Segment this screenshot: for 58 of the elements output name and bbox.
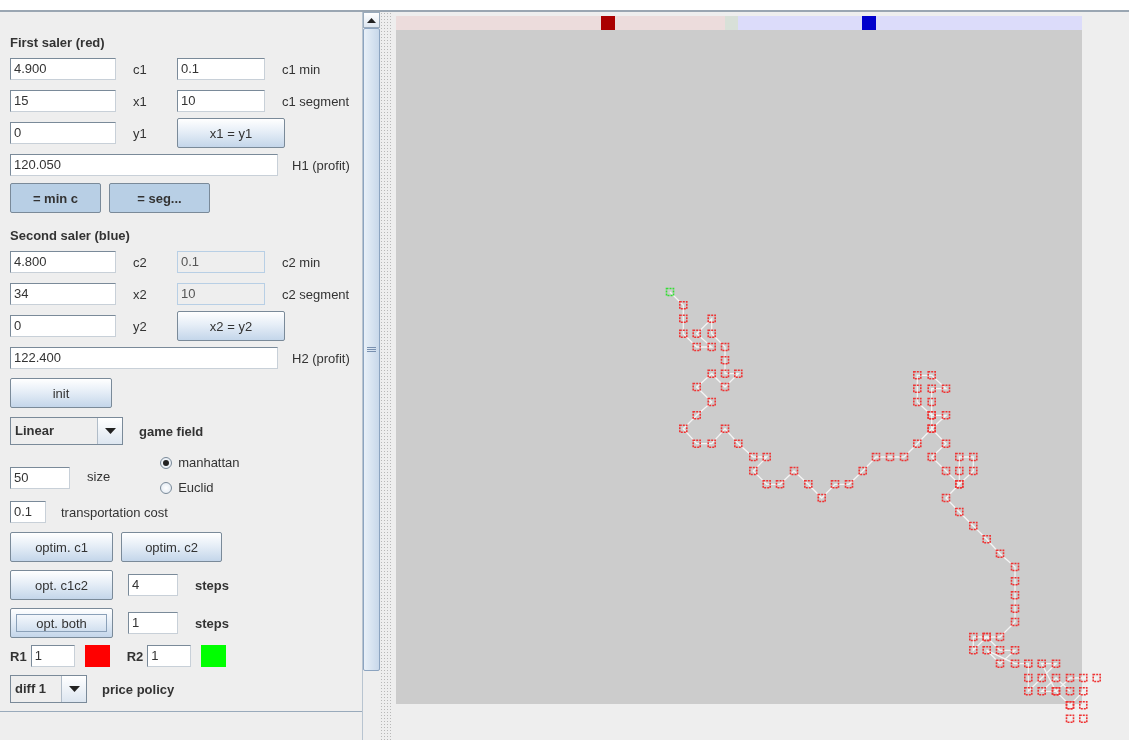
field-label: price policy [102, 681, 175, 697]
color-swatch[interactable] [84, 645, 110, 667]
text-field[interactable]: 0.1 [177, 58, 265, 80]
text-field[interactable]: 0.1 [10, 501, 46, 523]
text-field[interactable]: 1 [30, 645, 75, 667]
field-label: transportation cost [60, 504, 168, 520]
text-field[interactable]: 0 [10, 315, 116, 337]
color-swatch[interactable] [201, 645, 227, 667]
radio-option[interactable]: manhattan [160, 455, 240, 470]
text-field[interactable]: 1 [147, 645, 192, 667]
field-label: c2 segment [281, 286, 351, 302]
button[interactable]: = seg... [109, 183, 210, 213]
field-label: y1 [132, 125, 148, 141]
text-field[interactable]: 122.400 [10, 347, 278, 369]
button[interactable]: x2 = y2 [177, 311, 285, 341]
scrollbar[interactable] [362, 12, 380, 740]
section-heading: Second saler (blue) [10, 227, 131, 245]
field-label: steps [195, 577, 229, 593]
field-label: H1 (profit) [291, 157, 350, 173]
dropdown[interactable]: diff 1 [10, 675, 87, 703]
text-field[interactable]: 120.050 [10, 154, 278, 176]
button[interactable]: init [10, 378, 112, 408]
field-label: c1 [132, 61, 148, 77]
text-field[interactable]: 4 [128, 574, 178, 596]
dropdown[interactable]: Linear [10, 417, 123, 445]
field-label: R1 [10, 648, 27, 664]
section-heading: First saler (red) [10, 34, 106, 52]
button[interactable]: opt. both [10, 608, 113, 638]
dropdown-arrow-icon [68, 686, 80, 692]
dropdown-arrow-icon [104, 428, 116, 434]
field-label: c2 min [281, 254, 322, 270]
field-label: R2 [126, 648, 144, 664]
button[interactable]: opt. c1c2 [10, 570, 113, 600]
text-field[interactable]: 50 [10, 467, 70, 489]
field-label: c1 min [281, 61, 322, 77]
button[interactable]: optim. c1 [10, 532, 113, 562]
field-label: game field [139, 423, 204, 439]
field-label: c1 segment [281, 93, 351, 109]
scroll-up-icon[interactable] [367, 17, 376, 23]
field-label: y2 [132, 318, 148, 334]
field-label: x2 [132, 286, 148, 302]
text-field[interactable]: 0 [10, 122, 116, 144]
button[interactable]: x1 = y1 [177, 118, 285, 148]
button[interactable]: = min c [10, 183, 101, 213]
field-label: x1 [132, 93, 148, 109]
text-field[interactable]: 10 [177, 90, 265, 112]
field-label: steps [195, 615, 229, 631]
text-field[interactable]: 34 [10, 283, 116, 305]
text-field[interactable]: 15 [10, 90, 116, 112]
text-field[interactable]: 4.900 [10, 58, 116, 80]
field-label: H2 (profit) [291, 350, 350, 366]
grip-icon [367, 347, 376, 352]
field-label: c2 [132, 254, 148, 270]
text-field[interactable]: 1 [128, 612, 178, 634]
button[interactable]: optim. c2 [121, 532, 222, 562]
text-field[interactable]: 4.800 [10, 251, 116, 273]
radio-option[interactable]: Euclid [160, 480, 240, 495]
field-label: size [86, 469, 111, 484]
